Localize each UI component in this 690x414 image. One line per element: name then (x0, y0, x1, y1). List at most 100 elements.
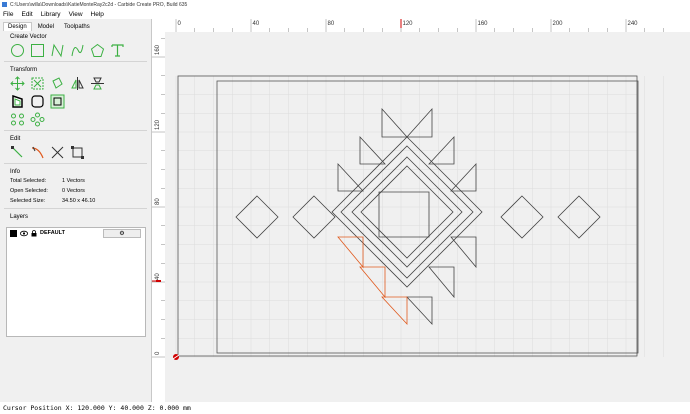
join-tool[interactable] (70, 145, 85, 160)
mirror-tool[interactable] (70, 76, 85, 91)
align-tool[interactable] (90, 76, 105, 91)
circle-icon (11, 43, 24, 57)
section-edit: Edit (10, 136, 21, 142)
polygon-tool[interactable] (90, 43, 105, 58)
polyline-icon (51, 43, 64, 57)
section-create-vector: Create Vector (10, 34, 47, 40)
cut-tool[interactable] (50, 145, 65, 160)
curve-tool[interactable] (70, 43, 85, 58)
circular-array-tool[interactable] (30, 112, 45, 127)
info-label: Open Selected: (10, 188, 48, 194)
ruler-x-label: 120 (403, 21, 414, 27)
ruler-y-label: 40 (155, 273, 161, 280)
vertical-ruler[interactable] (152, 19, 165, 402)
layer-settings-button[interactable]: ⚙ (103, 229, 141, 238)
ruler-x-label: 80 (328, 21, 335, 27)
menu-bar: File Edit Library View Help (0, 9, 690, 19)
panel-tabs: Design Model Toolpaths (0, 19, 151, 31)
info-label: Selected Size: (10, 198, 46, 204)
layer-name: DEFAULT (40, 230, 65, 236)
circular-array-icon (30, 112, 45, 126)
lock-icon[interactable] (31, 229, 37, 237)
transform-tools-row-1 (0, 74, 151, 92)
layer-color-swatch[interactable] (10, 229, 17, 237)
info-open-selected: Open Selected: 0 Vectors (0, 186, 151, 196)
horizontal-ruler[interactable] (152, 19, 690, 32)
menu-file[interactable]: File (3, 11, 13, 18)
polygon-icon (90, 43, 105, 57)
info-value: 1 Vectors (62, 178, 85, 184)
design-canvas[interactable]: 0 40 80 120 160 200 240 160 120 80 40 0 (152, 19, 690, 402)
round-corners-icon (31, 94, 44, 108)
rotate-tool[interactable] (50, 76, 65, 91)
ruler-y-label: 120 (155, 119, 161, 130)
info-selected-size: Selected Size: 34.50 x 46.10 (0, 196, 151, 206)
move-tool[interactable] (10, 75, 25, 91)
tab-toolpaths[interactable]: Toolpaths (60, 23, 94, 31)
canvas-drawing[interactable]: 0 40 80 120 160 200 240 16012080400 (152, 19, 690, 402)
curve-icon (71, 44, 84, 56)
divider (4, 61, 147, 62)
tab-model[interactable]: Model (34, 23, 58, 31)
linear-array-tool[interactable] (10, 112, 25, 127)
linear-array-icon (11, 113, 24, 125)
ruler-x-label: 240 (628, 21, 639, 27)
trim-icon (31, 146, 44, 158)
round-corners-tool[interactable] (30, 94, 45, 109)
circle-tool[interactable] (10, 43, 25, 58)
menu-edit[interactable]: Edit (21, 11, 32, 18)
text-tool[interactable] (110, 43, 125, 58)
tab-design[interactable]: Design (3, 22, 32, 31)
menu-help[interactable]: Help (91, 11, 104, 18)
edit-tools (0, 143, 151, 161)
join-icon (71, 145, 84, 159)
info-value: 0 Vectors (62, 188, 85, 194)
menu-library[interactable]: Library (41, 11, 61, 18)
origin-icon (172, 354, 180, 360)
divider (4, 130, 147, 131)
polyline-tool[interactable] (50, 43, 65, 58)
divider (4, 208, 147, 209)
layer-row[interactable]: DEFAULT ⚙ (7, 228, 145, 238)
move-arrows-icon (10, 75, 25, 91)
layers-list: DEFAULT ⚙ (6, 227, 146, 337)
divider (4, 163, 147, 164)
app-icon (2, 2, 7, 7)
section-layers: Layers (10, 214, 29, 220)
offset-tool[interactable] (10, 94, 25, 109)
gear-icon: ⚙ (119, 231, 125, 237)
boolean-icon (50, 94, 65, 108)
ruler-x-label: 40 (253, 21, 260, 27)
offset-icon (12, 94, 23, 108)
rectangle-icon (31, 43, 44, 57)
boolean-tool[interactable] (50, 94, 65, 109)
section-info: Info (10, 169, 21, 175)
create-vector-tools (0, 41, 151, 59)
transform-tools-row-2 (0, 92, 151, 110)
info-value: 34.50 x 46.10 (62, 198, 96, 204)
ruler-x-label: 200 (553, 21, 564, 27)
status-bar: Cursor Position X: 120.000 Y: 40.000 Z: … (0, 402, 690, 414)
eye-icon[interactable] (20, 230, 28, 237)
mirror-icon (71, 76, 84, 90)
window-title: C:\Users\willa\Downloads\KatieMonteRay2c… (10, 1, 188, 8)
cursor-position: Cursor Position X: 120.000 Y: 40.000 Z: … (3, 404, 191, 412)
info-total-selected: Total Selected: 1 Vectors (0, 176, 151, 186)
node-edit-icon (11, 145, 23, 157)
transform-tools-row-3 (0, 110, 151, 128)
menu-view[interactable]: View (69, 11, 83, 18)
text-icon (111, 43, 124, 57)
rectangle-tool[interactable] (30, 43, 45, 58)
ruler-y-label: 160 (155, 44, 161, 55)
scale-tool[interactable] (30, 76, 45, 91)
left-panel: Design Model Toolpaths Create Vector Tra… (0, 19, 152, 402)
scissors-icon (51, 146, 64, 158)
info-label: Total Selected: (10, 178, 47, 184)
node-edit-tool[interactable] (10, 145, 25, 160)
section-transform: Transform (10, 67, 38, 73)
title-bar: C:\Users\willa\Downloads\KatieMonteRay2c… (0, 0, 690, 9)
scale-icon (31, 77, 44, 89)
ruler-y-label: 80 (155, 198, 161, 205)
ruler-x-label: 160 (478, 21, 489, 27)
trim-tool[interactable] (30, 145, 45, 160)
